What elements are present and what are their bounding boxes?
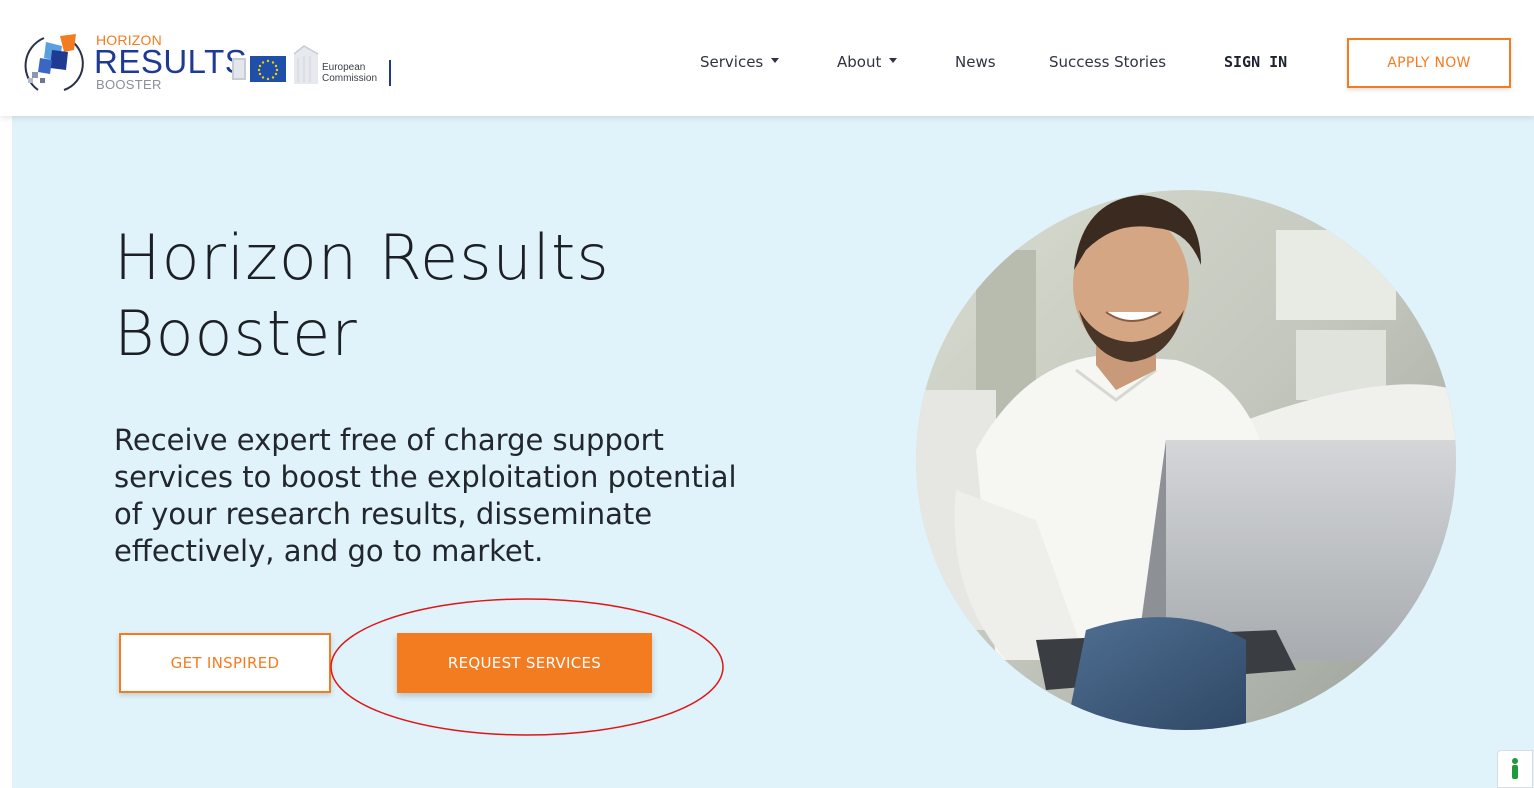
sign-in-link[interactable]: SIGN IN — [1224, 52, 1287, 72]
hero-section: Horizon Results Booster Receive expert f… — [12, 116, 1534, 788]
hero-subtitle-line3: of your research results, disseminate — [114, 497, 653, 531]
nav-about-label: About — [837, 53, 882, 71]
request-services-button[interactable]: REQUEST SERVICES — [397, 633, 652, 693]
nav-success-stories[interactable]: Success Stories — [1049, 52, 1166, 72]
site-header: HORIZON RESULTS BOOSTER European Commiss… — [0, 0, 1534, 116]
hero-photo — [916, 190, 1456, 730]
chevron-down-icon — [889, 58, 898, 63]
hero-subtitle-line4: effectively, and go to market. — [114, 534, 544, 568]
hero-photo-image — [916, 190, 1456, 730]
main-nav: Services About News Success Stories SIGN… — [0, 0, 1534, 116]
accessibility-icon — [1512, 758, 1518, 779]
apply-now-button[interactable]: APPLY NOW — [1347, 38, 1511, 88]
get-inspired-button[interactable]: GET INSPIRED — [119, 633, 331, 693]
hero-title-line2: Booster — [114, 297, 358, 370]
hero-subtitle-line1: Receive expert free of charge support — [114, 423, 664, 457]
nav-services[interactable]: Services — [700, 52, 780, 72]
hero-title: Horizon Results Booster — [114, 220, 814, 372]
page: HORIZON RESULTS BOOSTER European Commiss… — [0, 0, 1534, 788]
hero-title-line1: Horizon Results — [114, 221, 610, 294]
hero-subtitle: Receive expert free of charge support se… — [114, 422, 834, 570]
hero-subtitle-line2: services to boost the exploitation poten… — [114, 460, 737, 494]
accessibility-button[interactable] — [1497, 750, 1533, 788]
chevron-down-icon — [771, 58, 780, 63]
nav-news[interactable]: News — [955, 52, 996, 72]
nav-about[interactable]: About — [837, 52, 898, 72]
nav-services-label: Services — [700, 53, 764, 71]
